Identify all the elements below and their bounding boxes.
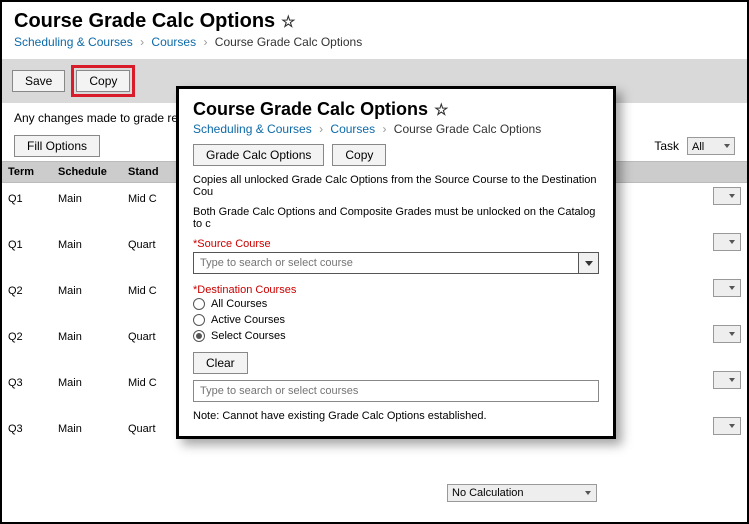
task-select-value: All — [692, 141, 704, 153]
modal-copy-button[interactable]: Copy — [332, 144, 386, 166]
modal-title: Course Grade Calc Options ☆ — [193, 99, 599, 120]
source-course-input[interactable] — [200, 257, 578, 269]
radio-active-label: Active Courses — [211, 314, 285, 326]
copy-highlight: Copy — [71, 65, 135, 97]
cell-schedule: Main — [52, 275, 122, 301]
row-select[interactable] — [713, 325, 741, 343]
page-title-text: Course Grade Calc Options — [14, 10, 275, 33]
breadcrumb-l2[interactable]: Courses — [151, 35, 196, 49]
cell-term: Q3 — [2, 413, 52, 439]
row-select[interactable] — [713, 417, 741, 435]
chevron-right-icon: › — [319, 122, 323, 136]
modal-desc1: Copies all unlocked Grade Calc Options f… — [193, 174, 599, 198]
chevron-right-icon: › — [382, 122, 386, 136]
source-course-combo[interactable] — [193, 252, 599, 274]
star-icon[interactable]: ☆ — [281, 12, 295, 32]
radio-all-label: All Courses — [211, 298, 267, 310]
row-select[interactable] — [713, 187, 741, 205]
radio-all-courses[interactable] — [193, 298, 205, 310]
calculation-select[interactable]: No Calculation — [447, 484, 597, 502]
breadcrumb-l1[interactable]: Scheduling & Courses — [193, 122, 312, 136]
destination-search[interactable] — [193, 380, 599, 402]
chevron-right-icon: › — [140, 35, 144, 49]
save-button[interactable]: Save — [12, 70, 65, 92]
col-term: Term — [2, 162, 52, 182]
star-icon[interactable]: ☆ — [434, 100, 448, 120]
breadcrumb-current: Course Grade Calc Options — [394, 122, 541, 136]
destination-courses-label: *Destination Courses — [193, 284, 599, 296]
chevron-right-icon: › — [203, 35, 207, 49]
page-title: Course Grade Calc Options ☆ — [14, 10, 735, 33]
source-course-label: *Source Course — [193, 238, 599, 250]
cell-schedule: Main — [52, 413, 122, 439]
row-select[interactable] — [713, 371, 741, 389]
breadcrumb-l2[interactable]: Courses — [330, 122, 375, 136]
copy-modal: Course Grade Calc Options ☆ Scheduling &… — [176, 86, 616, 439]
cell-term: Q1 — [2, 229, 52, 255]
radio-active-courses[interactable] — [193, 314, 205, 326]
fill-options-button[interactable]: Fill Options — [14, 135, 100, 157]
destination-search-input[interactable] — [200, 385, 592, 397]
copy-button[interactable]: Copy — [76, 70, 130, 92]
breadcrumb-l1[interactable]: Scheduling & Courses — [14, 35, 133, 49]
cell-term: Q3 — [2, 367, 52, 393]
cell-term: Q2 — [2, 275, 52, 301]
grade-calc-options-button[interactable]: Grade Calc Options — [193, 144, 324, 166]
task-label: Task — [654, 139, 679, 153]
task-select[interactable]: All — [687, 137, 735, 155]
chevron-down-icon[interactable] — [578, 253, 598, 273]
cell-schedule: Main — [52, 321, 122, 347]
radio-select-label: Select Courses — [211, 330, 286, 342]
row-select[interactable] — [713, 279, 741, 297]
clear-button[interactable]: Clear — [193, 352, 248, 374]
cell-term: Q2 — [2, 321, 52, 347]
radio-select-courses[interactable] — [193, 330, 205, 342]
cell-term: Q1 — [2, 183, 52, 209]
modal-desc2: Both Grade Calc Options and Composite Gr… — [193, 206, 599, 230]
col-schedule: Schedule — [52, 162, 122, 182]
breadcrumb-current: Course Grade Calc Options — [215, 35, 362, 49]
calculation-value: No Calculation — [452, 487, 524, 499]
cell-schedule: Main — [52, 183, 122, 209]
breadcrumb: Scheduling & Courses › Courses › Course … — [14, 35, 735, 49]
cell-schedule: Main — [52, 229, 122, 255]
modal-breadcrumb: Scheduling & Courses › Courses › Course … — [193, 122, 599, 136]
cell-schedule: Main — [52, 367, 122, 393]
modal-note: Note: Cannot have existing Grade Calc Op… — [193, 410, 599, 422]
modal-title-text: Course Grade Calc Options — [193, 99, 428, 120]
row-select[interactable] — [713, 233, 741, 251]
